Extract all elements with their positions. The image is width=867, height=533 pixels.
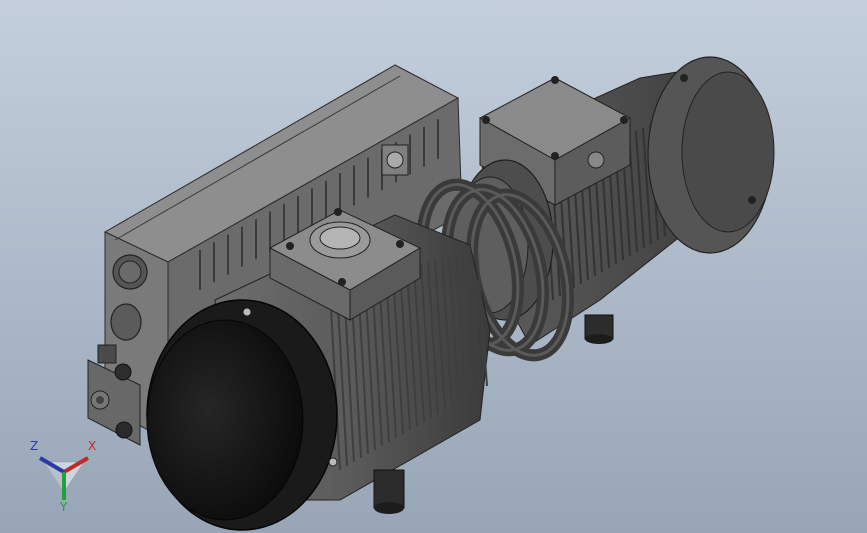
oil-sight-fitting[interactable] (381, 144, 409, 176)
y-axis-label: Y (59, 500, 68, 512)
front-end-cap[interactable] (146, 299, 338, 531)
rear-end-cap[interactable] (647, 56, 775, 254)
cad-viewport[interactable]: X Z Y (0, 0, 867, 533)
rear-motor-foot[interactable] (584, 314, 614, 344)
pump-inlet-port[interactable] (112, 254, 148, 290)
front-motor-foot[interactable] (373, 469, 405, 514)
axis-triad[interactable]: X Z Y (22, 432, 106, 512)
x-axis-label: X (88, 439, 96, 453)
pump-outlet-port[interactable] (110, 303, 142, 341)
z-axis-label: Z (30, 439, 38, 453)
pump-assembly-model[interactable] (0, 0, 867, 533)
